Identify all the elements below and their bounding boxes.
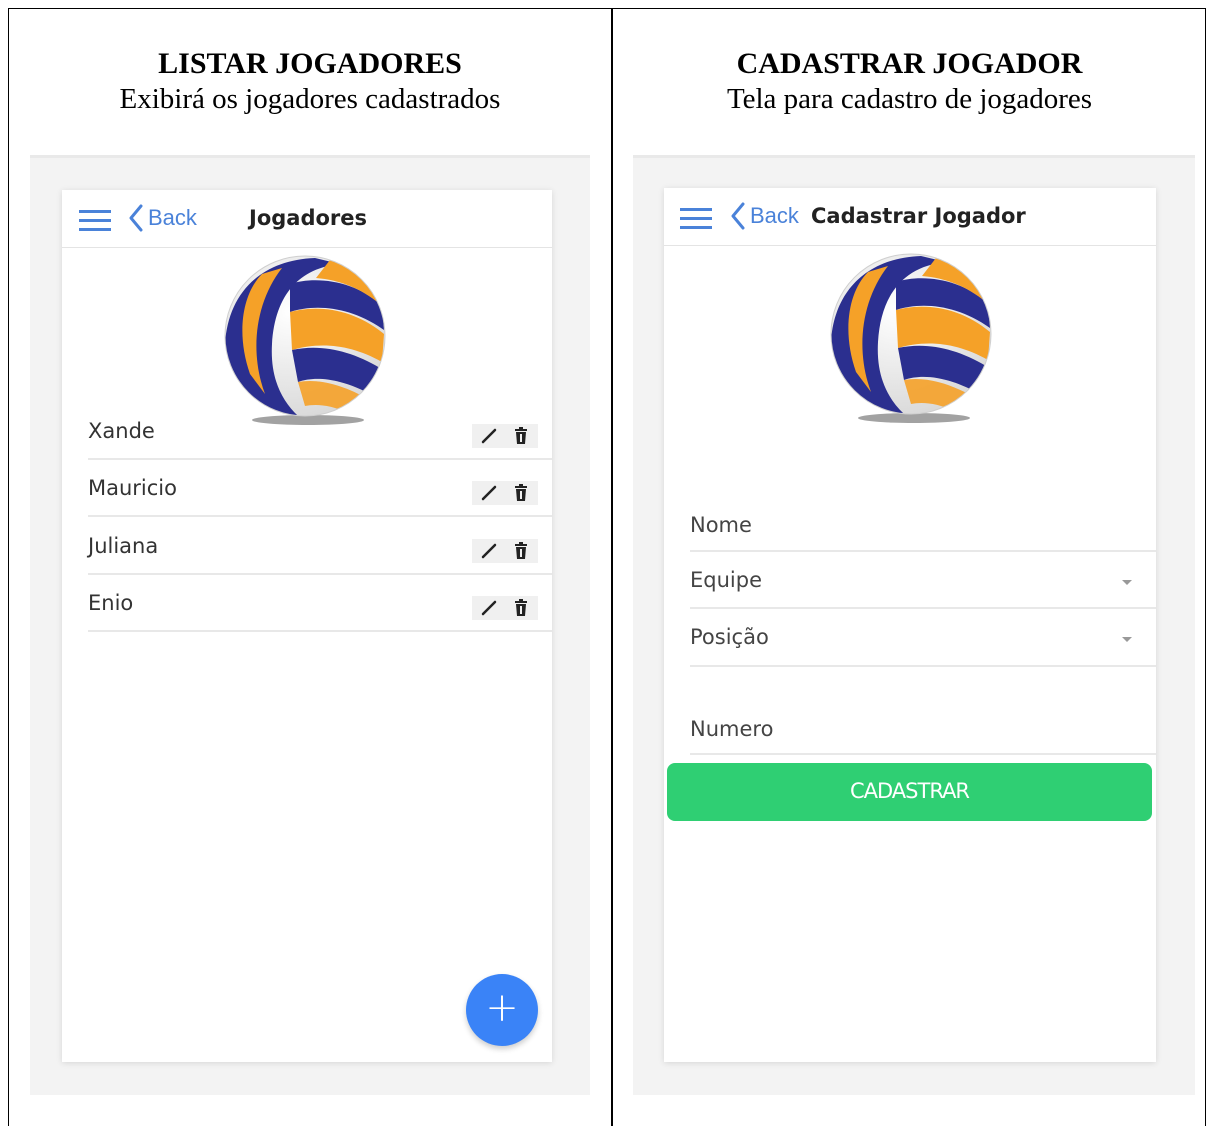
nome-field[interactable]: Nome (690, 493, 1156, 552)
menu-icon[interactable] (680, 208, 712, 230)
right-cell-subtitle: Tela para cadastro de jogadores (726, 83, 1093, 115)
back-label: Back (750, 203, 799, 228)
volleyball-icon (830, 253, 992, 423)
back-button[interactable]: Back (730, 202, 799, 230)
equipe-select[interactable]: Equipe (690, 552, 1156, 609)
player-name: Xande (88, 419, 155, 443)
players-list-screen: Back Jogadores Xande Mauricio Juliana En… (62, 190, 552, 1062)
chevron-left-icon (731, 202, 745, 230)
row-actions (472, 596, 538, 620)
player-name: Enio (88, 591, 134, 615)
nome-label: Nome (690, 513, 752, 537)
chevron-left-icon (129, 204, 143, 232)
top-divider (633, 155, 1195, 158)
navbar: Back Cadastrar Jogador (664, 188, 1156, 246)
list-item[interactable]: Mauricio (88, 460, 552, 517)
plus-icon: + (485, 985, 519, 1031)
pencil-icon[interactable] (480, 484, 498, 502)
posicao-label: Posição (690, 625, 769, 649)
trash-icon[interactable] (514, 427, 528, 445)
top-divider (30, 155, 590, 158)
back-label: Back (148, 205, 197, 230)
navbar: Back Jogadores (62, 190, 552, 248)
row-actions (472, 481, 538, 505)
left-cell-header: LISTAR JOGADORES Exibirá os jogadores ca… (10, 46, 610, 116)
numero-field[interactable]: Numero (690, 667, 1156, 755)
dropdown-caret-icon (1122, 580, 1132, 585)
list-item[interactable]: Enio (88, 575, 552, 632)
row-actions (472, 424, 538, 448)
posicao-select[interactable]: Posição (690, 609, 1156, 667)
numero-label: Numero (690, 717, 774, 741)
left-cell-title: LISTAR JOGADORES (158, 47, 462, 80)
trash-icon[interactable] (514, 599, 528, 617)
player-name: Juliana (88, 534, 159, 558)
player-name: Mauricio (88, 476, 177, 500)
pencil-icon[interactable] (480, 599, 498, 617)
register-player-screen: Back Cadastrar Jogador Nome Equipe Posiç… (664, 188, 1156, 1062)
equipe-label: Equipe (690, 568, 762, 592)
register-player-screenshot: Back Cadastrar Jogador Nome Equipe Posiç… (633, 155, 1195, 1095)
menu-icon[interactable] (79, 210, 111, 232)
add-player-button[interactable]: + (466, 974, 538, 1046)
players-list-screenshot: Back Jogadores Xande Mauricio Juliana En… (30, 155, 590, 1095)
trash-icon[interactable] (514, 542, 528, 560)
right-cell-title: CADASTRAR JOGADOR (736, 47, 1083, 80)
row-actions (472, 539, 538, 563)
trash-icon[interactable] (514, 484, 528, 502)
page-title: Jogadores (249, 206, 368, 230)
page-title: Cadastrar Jogador (811, 204, 1026, 228)
volleyball-icon (224, 255, 386, 425)
right-cell-header: CADASTRAR JOGADOR Tela para cadastro de … (613, 46, 1206, 116)
left-cell-subtitle: Exibirá os jogadores cadastrados (119, 83, 501, 115)
dropdown-caret-icon (1122, 637, 1132, 642)
back-button[interactable]: Back (128, 204, 197, 232)
list-item[interactable]: Juliana (88, 518, 552, 575)
list-item[interactable]: Xande (88, 403, 552, 460)
table-divider (611, 8, 613, 1126)
cadastrar-button[interactable]: CADASTRAR (667, 763, 1152, 821)
pencil-icon[interactable] (480, 427, 498, 445)
pencil-icon[interactable] (480, 542, 498, 560)
